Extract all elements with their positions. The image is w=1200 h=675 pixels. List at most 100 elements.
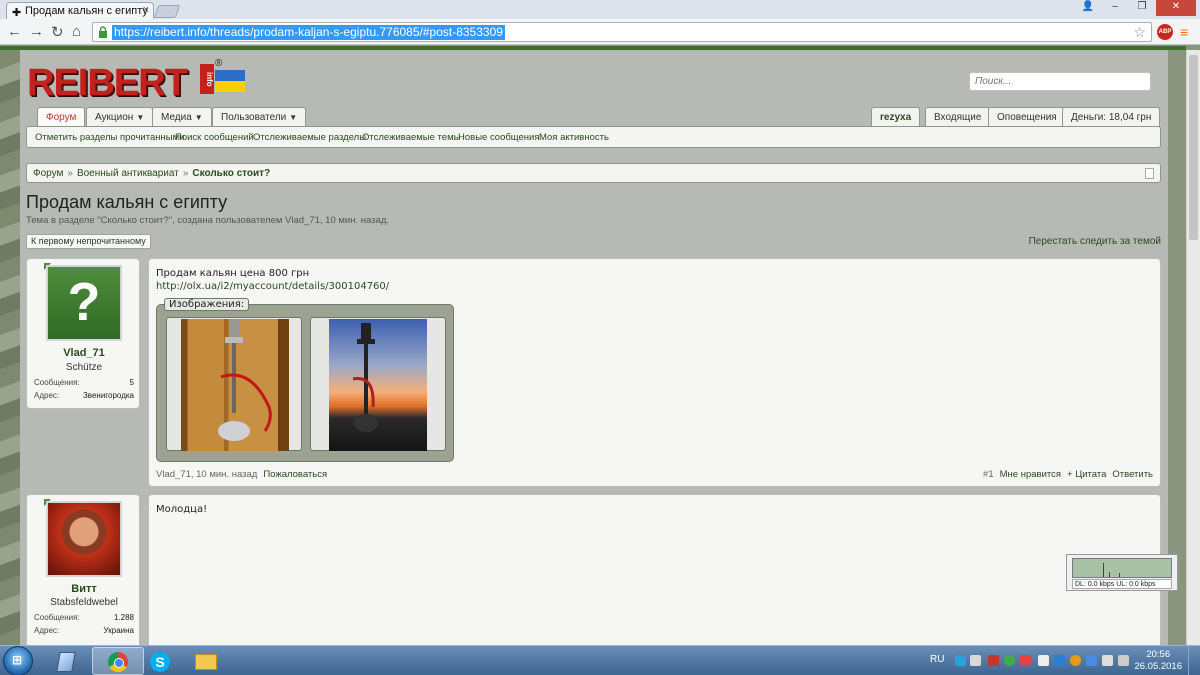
app-window-icon bbox=[56, 652, 76, 672]
stat-value: Украина bbox=[103, 626, 134, 635]
back-icon[interactable]: ← bbox=[7, 23, 22, 40]
post-number-link[interactable]: #1 bbox=[983, 469, 994, 480]
user-stat-address: Адрес: Украина bbox=[34, 626, 134, 635]
adblock-plus-icon[interactable]: ABP bbox=[1157, 24, 1173, 40]
money-balance-button[interactable]: Деньги: 18,04 грн bbox=[1062, 107, 1161, 127]
post-arrow bbox=[142, 503, 149, 515]
volume-icon[interactable] bbox=[1102, 655, 1113, 666]
user-title: Stabsfeldwebel bbox=[50, 597, 118, 608]
user-profile-icon[interactable]: 👤 bbox=[1075, 0, 1101, 16]
adobe-tray-icon[interactable] bbox=[988, 655, 999, 666]
start-button[interactable]: ⊞ bbox=[3, 646, 33, 675]
username-link[interactable]: Vlad_71 bbox=[27, 347, 141, 359]
minimize-icon[interactable]: ‒ bbox=[1102, 0, 1128, 16]
site-logo[interactable]: REIBERT bbox=[27, 62, 188, 105]
unwatch-thread-link[interactable]: Перестать следить за темой bbox=[1029, 236, 1161, 247]
address-bar[interactable]: https://reibert.info/threads/prodam-kalj… bbox=[92, 22, 1152, 42]
download-tray-icon[interactable] bbox=[1070, 655, 1081, 666]
my-activity-link[interactable]: Моя активность bbox=[539, 132, 609, 143]
tab-users[interactable]: Пользователи ▼ bbox=[212, 107, 307, 127]
antivirus-tray-icon[interactable] bbox=[1004, 655, 1015, 666]
home-icon[interactable]: ⌂ bbox=[72, 23, 81, 40]
username-link[interactable]: Витт bbox=[27, 583, 141, 595]
scrollbar-thumb[interactable] bbox=[1189, 55, 1198, 240]
attachment-thumbnail-1[interactable] bbox=[166, 317, 302, 451]
sub-navigation: Отметить разделы прочитанными Поиск сооб… bbox=[26, 126, 1161, 148]
post-message: Молодца! bbox=[142, 494, 1161, 645]
hookah-shape-icon bbox=[218, 319, 272, 441]
taskbar-skype[interactable]: S bbox=[134, 647, 186, 675]
stat-label: Сообщения: bbox=[34, 378, 80, 387]
avatar[interactable]: ? bbox=[46, 265, 122, 341]
search-posts-link[interactable]: Поиск сообщений bbox=[175, 132, 254, 143]
taskbar-explorer[interactable] bbox=[180, 647, 232, 675]
alerts-button[interactable]: Оповещения bbox=[988, 107, 1066, 127]
breadcrumb-separator: » bbox=[182, 168, 189, 179]
signal-tray-icon[interactable] bbox=[970, 655, 981, 666]
traffic-graph bbox=[1072, 558, 1172, 578]
vertical-scrollbar[interactable] bbox=[1186, 50, 1200, 645]
new-posts-link[interactable]: Новые сообщения bbox=[458, 132, 540, 143]
user-stat-messages: Сообщения: 5 bbox=[34, 378, 134, 387]
close-tab-icon[interactable]: × bbox=[143, 4, 149, 16]
breadcrumb-military-antiques[interactable]: Военный антиквариат bbox=[77, 168, 179, 179]
report-link[interactable]: Пожаловаться bbox=[263, 469, 327, 480]
bookmark-star-icon[interactable]: ☆ bbox=[1133, 24, 1146, 41]
hookah-photo-sunset bbox=[329, 319, 427, 451]
tab-forum[interactable]: Форум bbox=[37, 107, 86, 128]
thread-description: Тема в разделе "Сколько стоит?", создана… bbox=[26, 215, 389, 226]
reply-button[interactable]: Ответить bbox=[1112, 469, 1153, 480]
attachments-label: Изображения: bbox=[164, 298, 250, 311]
mark-forums-read-link[interactable]: Отметить разделы прочитанными bbox=[35, 132, 184, 143]
tab-auction[interactable]: Аукцион ▼ bbox=[86, 107, 154, 127]
browser-tab[interactable]: ✚ Продам кальян с египту × bbox=[6, 2, 154, 19]
quote-button[interactable]: + Цитата bbox=[1067, 469, 1106, 480]
breadcrumb-forum[interactable]: Форум bbox=[33, 168, 63, 179]
close-window-icon[interactable]: ✕ bbox=[1156, 0, 1196, 16]
search-input[interactable] bbox=[969, 72, 1151, 91]
logo-registered-mark: ® bbox=[215, 58, 223, 69]
breadcrumb-current[interactable]: Сколько стоит? bbox=[192, 168, 270, 179]
language-indicator[interactable]: RU bbox=[930, 654, 944, 665]
hookah-photo-door bbox=[181, 319, 289, 451]
watched-threads-link[interactable]: Отслеживаемые темы bbox=[362, 132, 460, 143]
show-desktop-button[interactable] bbox=[1188, 646, 1200, 675]
stat-label: Адрес: bbox=[34, 626, 60, 635]
updater-tray-icon[interactable] bbox=[1020, 655, 1031, 666]
network-tray-icon[interactable] bbox=[1054, 655, 1065, 666]
system-clock[interactable]: 20:56 26.05.2016 bbox=[1134, 649, 1182, 673]
user-title: Schütze bbox=[65, 362, 103, 373]
restore-icon[interactable]: ❐ bbox=[1129, 0, 1155, 16]
display-tray-icon[interactable] bbox=[1118, 655, 1129, 666]
forward-icon[interactable]: → bbox=[29, 23, 44, 40]
ukraine-flag-icon bbox=[215, 70, 245, 92]
like-button[interactable]: Мне нравится bbox=[1000, 469, 1061, 480]
tab-media[interactable]: Медиа ▼ bbox=[152, 107, 212, 127]
post-author-time[interactable]: Vlad_71, 10 мин. назад bbox=[156, 469, 257, 480]
taskbar-ie[interactable] bbox=[40, 647, 92, 675]
url-text[interactable]: https://reibert.info/threads/prodam-kalj… bbox=[112, 25, 505, 40]
first-unread-button[interactable]: К первому непрочитанному bbox=[26, 234, 151, 249]
stat-value: Звенигородка bbox=[82, 391, 134, 400]
skype-tray-icon[interactable] bbox=[955, 655, 966, 666]
reload-icon[interactable]: ↻ bbox=[51, 23, 64, 41]
attachment-thumbnail-2[interactable] bbox=[310, 317, 446, 451]
inbox-button[interactable]: Входящие bbox=[925, 107, 991, 127]
rss-icon[interactable] bbox=[1145, 168, 1154, 179]
tab-title: Продам кальян с египту bbox=[25, 5, 148, 17]
watched-forums-link[interactable]: Отслеживаемые разделы bbox=[253, 132, 366, 143]
flag-tray-icon[interactable] bbox=[1038, 655, 1049, 666]
attachments-block: Изображения: bbox=[156, 298, 454, 462]
chevron-down-icon: ▼ bbox=[194, 113, 203, 122]
avatar[interactable] bbox=[46, 501, 122, 577]
olx-link[interactable]: http://olx.ua/i2/myaccount/details/30010… bbox=[156, 281, 389, 292]
page-content: REIBERT info ® Форум Аукцион▼ Медиа▼ Пол… bbox=[20, 50, 1168, 645]
traffic-text: DL: 0.0 kbps UL: 0.0 kbps bbox=[1072, 579, 1172, 589]
monitor-tray-icon[interactable] bbox=[1086, 655, 1097, 666]
new-tab-button[interactable] bbox=[153, 5, 181, 18]
user-account-button[interactable]: rezyxa bbox=[871, 107, 921, 127]
traffic-spike bbox=[1109, 572, 1110, 577]
post-footer: Vlad_71, 10 мин. назад Пожаловаться bbox=[156, 469, 327, 480]
tab-label: Медиа bbox=[161, 112, 192, 123]
menu-icon[interactable]: ≡ bbox=[1180, 25, 1188, 39]
